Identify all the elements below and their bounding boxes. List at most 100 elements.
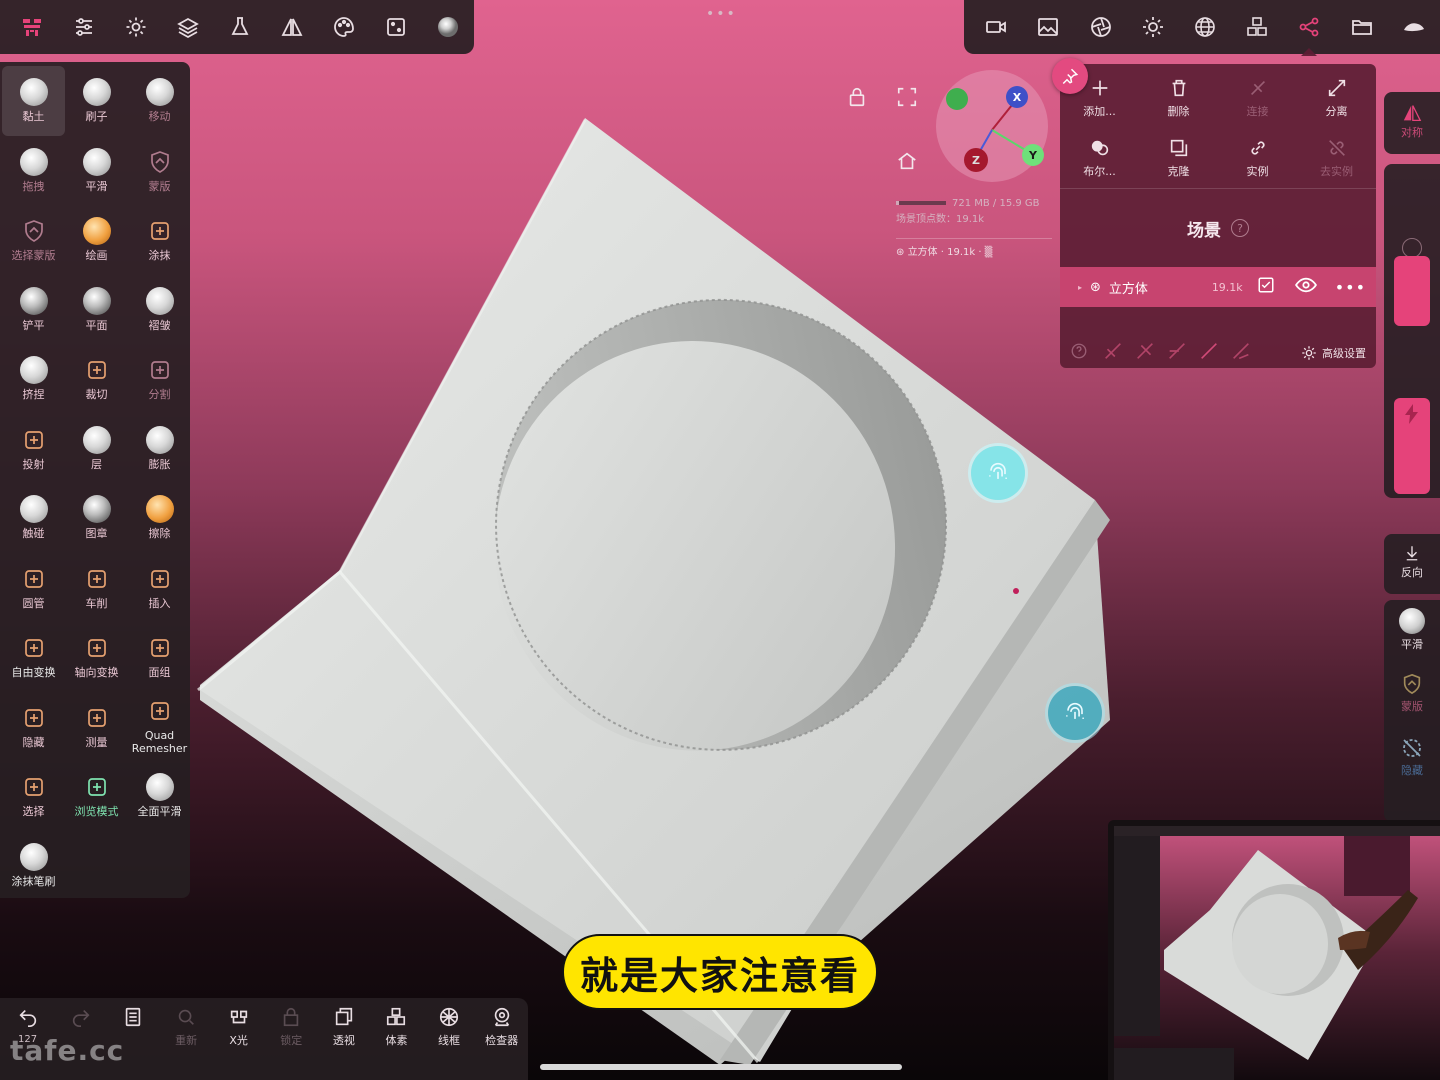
home-icon[interactable] [894, 148, 920, 174]
subtitle-caption: 就是大家注意看 [562, 934, 878, 1010]
search-button[interactable]: 重新 [160, 1006, 213, 1048]
vertex-count: 场景顶点数：19.1k [896, 214, 985, 225]
scene-action-label: 删除 [1167, 105, 1190, 118]
pin-icon[interactable] [1052, 58, 1088, 94]
symmetry-button[interactable]: 对称 [1384, 104, 1440, 140]
filter-icon[interactable] [1134, 340, 1156, 366]
scene-action-label: 布尔... [1083, 165, 1116, 178]
right-toolbar: 对称 反向 平滑 蒙版 隐藏 [1384, 92, 1440, 822]
hide-button[interactable]: 隐藏 [1384, 736, 1440, 778]
smooth-brush-icon [1399, 608, 1425, 634]
perspective-icon [335, 1007, 353, 1026]
unlink-icon [1328, 140, 1345, 156]
picture-in-picture-video [1108, 820, 1440, 1080]
checkbox-icon[interactable] [1257, 276, 1275, 298]
wireframe-icon [439, 1007, 459, 1027]
filter-icon[interactable] [1198, 340, 1220, 366]
scene-header: 场景 ? [1060, 189, 1376, 267]
scene-item-count: 19.1k [1211, 280, 1243, 294]
scene-action-label: 分离 [1325, 105, 1348, 118]
axis-neg-y-dot[interactable] [946, 88, 968, 110]
voxel-button[interactable]: 体素 [370, 1006, 423, 1048]
xray-button[interactable]: X光 [212, 1006, 265, 1048]
undo-icon [19, 1009, 37, 1027]
orientation-gizmo[interactable]: X Y Z [936, 70, 1048, 182]
reverse-button[interactable]: 反向 [1384, 544, 1440, 580]
brush-cursor-dot [1013, 588, 1019, 594]
inspector-icon [494, 1007, 509, 1027]
scene-action-label: 克隆 [1167, 165, 1190, 178]
list-icon [126, 1007, 141, 1027]
lock-button[interactable]: 锁定 [265, 1006, 318, 1048]
axis-y-dot[interactable]: Y [1022, 144, 1044, 166]
undo-button[interactable] [2, 1006, 55, 1032]
active-object-label: 立方体 · 19.1k · ▒ [907, 247, 993, 258]
separate-icon [1328, 79, 1345, 97]
lock-icon [284, 1007, 299, 1027]
help-icon[interactable] [1070, 342, 1088, 364]
scene-action-label: 添加... [1083, 105, 1116, 118]
radius-slider-knob[interactable] [1402, 238, 1422, 258]
join-icon [1250, 80, 1265, 96]
home-indicator[interactable] [540, 1064, 902, 1070]
axis-x-dot[interactable]: X [1006, 86, 1028, 108]
help-icon[interactable]: ? [1231, 219, 1249, 237]
fullscreen-icon[interactable] [894, 84, 920, 110]
fingerprint-icon[interactable] [971, 446, 1025, 500]
scene-action-clone[interactable]: 克隆 [1139, 128, 1218, 188]
inspector-button[interactable]: 检查器 [475, 1006, 528, 1048]
filter-icon[interactable] [1230, 340, 1252, 366]
advanced-settings-button[interactable]: 高级设置 [1300, 344, 1366, 362]
bottom-button-label: 体素 [385, 1034, 408, 1047]
hide-icon [1403, 739, 1421, 757]
perspective-button[interactable]: 透视 [318, 1006, 371, 1048]
bottom-button-label: 重新 [175, 1034, 198, 1047]
expand-arrow-icon[interactable]: ▸ [1078, 283, 1082, 292]
bottom-button-label: X光 [229, 1034, 248, 1047]
scene-item-name: 立方体 [1108, 281, 1148, 297]
object-icon: ⊛ [1090, 279, 1101, 295]
lock-icon[interactable] [844, 84, 870, 110]
redo-icon [72, 1009, 90, 1027]
bottom-button-label: 检查器 [485, 1034, 519, 1047]
list-button[interactable] [107, 1006, 160, 1032]
scene-action-unlink[interactable]: 去实例 [1297, 128, 1376, 188]
bottom-button-label: 线框 [438, 1034, 461, 1047]
memory-text: 721 MB / 15.9 GB [952, 198, 1040, 209]
scene-action-boolean[interactable]: 布尔... [1060, 128, 1139, 188]
subtitle-text: 就是大家注意看 [579, 953, 860, 998]
scene-action-separate[interactable]: 分离 [1297, 68, 1376, 128]
redo-button[interactable] [55, 1006, 108, 1032]
scene-action-link[interactable]: 实例 [1218, 128, 1297, 188]
link-icon [1250, 141, 1265, 155]
filter-icon[interactable] [1102, 340, 1124, 366]
scene-action-label: 去实例 [1320, 165, 1353, 178]
filter-icon[interactable] [1166, 340, 1188, 366]
mask-shield-icon [1403, 673, 1421, 695]
smooth-button[interactable]: 平滑 [1384, 608, 1440, 652]
scene-action-label: 实例 [1246, 165, 1269, 178]
radius-slider[interactable] [1394, 256, 1430, 326]
scene-action-label: 连接 [1246, 105, 1269, 118]
boolean-icon [1091, 140, 1108, 156]
lightning-icon [1405, 404, 1419, 428]
memory-bar [896, 201, 946, 205]
more-icon[interactable]: ••• [1335, 278, 1366, 297]
axis-z-dot[interactable]: Z [964, 148, 988, 172]
scene-panel: 添加... 删除 连接 分离布尔... 克隆 实例 去实例 场景 ? ▸ ⊛ 立方体 19.… [1060, 64, 1376, 368]
fingerprint-icon[interactable] [1048, 686, 1102, 740]
scene-action-join[interactable]: 连接 [1218, 68, 1297, 128]
xray-icon [230, 1010, 247, 1024]
scene-item-cube[interactable]: ▸ ⊛ 立方体 19.1k ••• [1060, 267, 1376, 307]
search-icon [178, 1009, 194, 1025]
bottom-button-label: 锁定 [280, 1034, 303, 1047]
wireframe-button[interactable]: 线框 [423, 1006, 476, 1048]
scene-action-trash[interactable]: 删除 [1139, 68, 1218, 128]
clone-icon [1170, 139, 1187, 157]
scene-title: 场景 [1187, 220, 1221, 241]
eye-icon[interactable] [1294, 276, 1317, 298]
mask-button[interactable]: 蒙版 [1384, 672, 1440, 714]
watermark: tafe.cc [10, 1034, 125, 1067]
scene-stats: 721 MB / 15.9 GB 场景顶点数：19.1k ⊛ 立方体 · 19.… [896, 196, 1052, 261]
scene-actions: 添加... 删除 连接 分离布尔... 克隆 实例 去实例 [1060, 64, 1376, 188]
